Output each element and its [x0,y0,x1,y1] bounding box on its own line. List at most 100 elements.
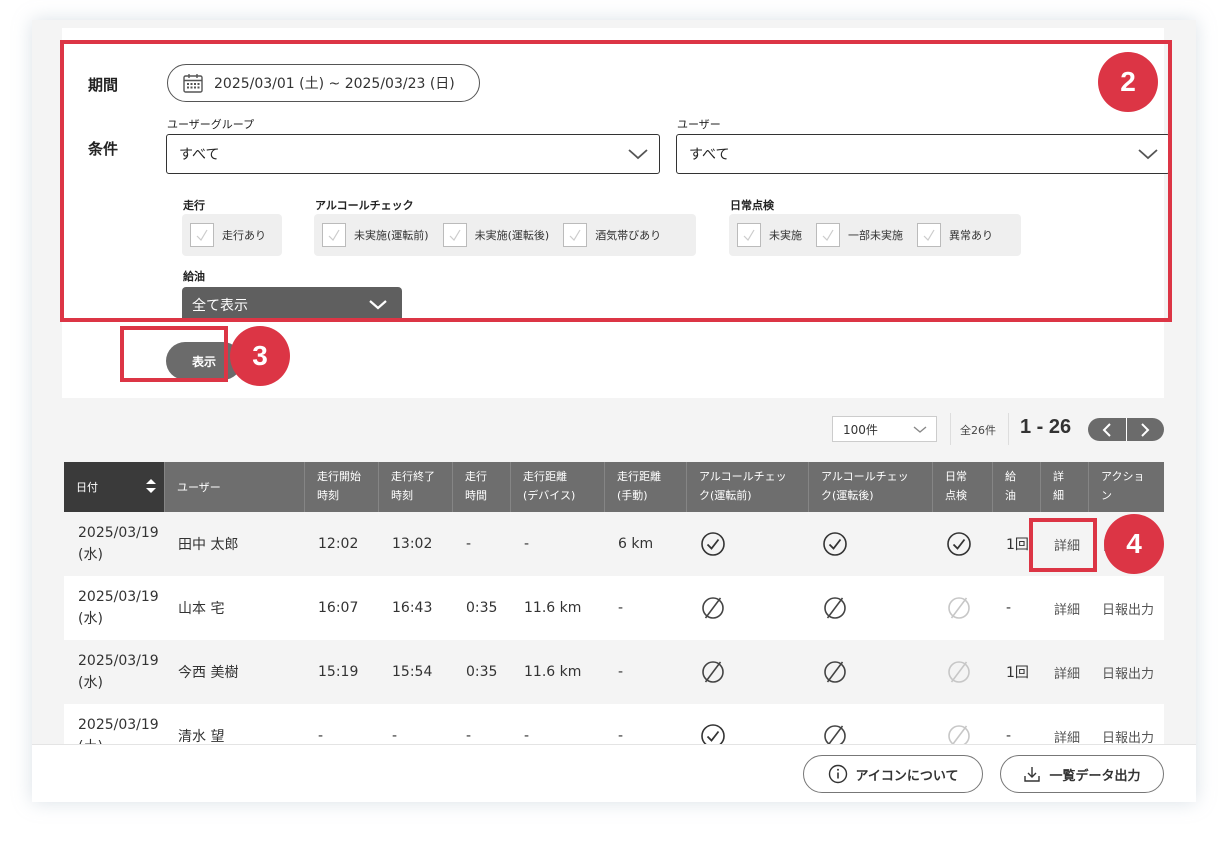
column-header-label: ン [1101,489,1112,502]
daily-status [932,512,992,576]
table-row: 2025/03/19 (水) 山本 宅 16:07 16:43 0:35 11.6 km - -… [64,576,1164,640]
fuel-cell: - [1006,600,1012,616]
not-done-icon [702,597,724,619]
daily-report-link[interactable]: 日報出力 [1088,640,1164,704]
alc-after-status [808,576,932,640]
chevron-down-icon [913,426,927,433]
end-cell: 15:54 [392,664,433,680]
check-circle-icon [947,532,971,556]
column-header-label: 時刻 [391,489,413,502]
detail-link[interactable]: 詳細 [1040,640,1088,704]
column-header[interactable]: 日付 [64,462,164,512]
divider [1008,413,1009,445]
date-value: 2025/03/19 [78,717,159,733]
duration-cell: 0:35 [466,600,498,616]
column-header-label: アクショ [1101,470,1145,483]
end-cell: 16:43 [392,600,433,616]
footer-bar: アイコンについて 一覧データ出力 [32,744,1196,802]
duration-cell: 0:35 [466,664,498,680]
dist-manual-cell: 6 km [618,536,654,552]
column-header: 走行距離 (デバイス) [510,462,604,512]
user-cell: 山本 宅 [178,601,225,617]
column-header: 走行距離 (手動) [604,462,686,512]
not-done-icon [948,661,970,683]
icon-info-label: アイコンについて [855,768,959,784]
column-header-label: ユーザー [177,481,221,494]
date-value: 2025/03/19 [78,653,159,669]
column-header-label: 走行距離 [617,470,661,483]
export-button[interactable]: 一覧データ出力 [1000,755,1164,793]
column-header: アルコールチェッ ク(運転後) [808,462,932,512]
column-header-label: 走行開始 [317,470,361,483]
column-header-label: 走行終了 [391,470,435,483]
annotation-badge-3: 3 [230,326,290,386]
divider [950,413,951,445]
chevron-left-icon [1102,422,1111,437]
duration-cell: - [466,536,472,552]
chevron-right-icon [1141,422,1150,437]
date-cell: 2025/03/19 (水) [64,640,164,704]
date-value: 2025/03/19 [78,525,159,541]
highlight-show-button [120,326,228,382]
detail-link[interactable]: 詳細 [1040,576,1088,640]
column-header-label: 時間 [465,489,487,502]
dist-manual-cell: - [618,664,624,680]
next-page-button[interactable] [1127,418,1165,441]
prev-page-button[interactable] [1088,418,1127,441]
start-cell: 15:19 [318,664,359,680]
column-header: アルコールチェッ ク(運転前) [686,462,808,512]
annotation-badge-2: 2 [1098,52,1158,112]
fuel-cell: 1回 [1006,665,1029,681]
info-icon [828,764,847,784]
sort-icon [146,479,156,493]
column-header-label: 油 [1005,489,1016,502]
column-header: 給油 [992,462,1040,512]
date-cell: 2025/03/19 (水) [64,512,164,576]
not-done-icon [824,597,846,619]
total-count: 全26件 [960,424,996,437]
column-header-label: アルコールチェッ [821,470,909,483]
column-header: ユーザー [164,462,304,512]
column-header-label: (手動) [617,489,648,502]
daily-status [932,576,992,640]
column-header-label: ク(運転後) [821,489,874,502]
not-done-icon [702,661,724,683]
highlight-detail-link [1029,518,1097,572]
column-header: 詳細 [1040,462,1088,512]
check-circle-icon [701,532,725,556]
annotation-badge-4: 4 [1104,514,1164,574]
user-cell: 今西 美樹 [178,665,239,681]
app-frame: 期間 2025/03/01 (土) ~ 2025/03/23 (日) 条件 ユー… [32,20,1196,802]
per-page-select[interactable]: 100件 [832,416,937,442]
icon-info-button[interactable]: アイコンについて [803,755,983,793]
alc-after-status [808,512,932,576]
download-icon [1024,767,1041,782]
end-cell: 13:02 [392,536,433,552]
date-cell: 2025/03/19 (水) [64,576,164,640]
column-header-label: 日常 [945,470,967,483]
column-header-label: 詳 [1053,470,1064,483]
alc-after-status [808,640,932,704]
per-page-value: 100件 [843,422,878,437]
date-value: 2025/03/19 [78,589,159,605]
alc-before-status [686,640,808,704]
table-row: 2025/03/19(水)田中 太郎12:0213:02--6 km1回詳細日報… [64,512,1164,576]
user-cell: 田中 太郎 [178,537,239,553]
table-row: 2025/03/19 (水) 今西 美樹 15:19 15:54 0:35 11.6 km -… [64,640,1164,704]
column-header-label: アルコールチェッ [699,470,787,483]
column-header-label: 時刻 [317,489,339,502]
dist-manual-cell: - [618,600,624,616]
column-header-label: (デバイス) [523,489,576,502]
column-header: 走行開始 時刻 [304,462,378,512]
dist-device-cell: 11.6 km [524,664,582,680]
daily-report-link[interactable]: 日報出力 [1088,576,1164,640]
dist-device-cell: 11.6 km [524,600,582,616]
column-header: 日常 点検 [932,462,992,512]
pagination-buttons [1088,418,1164,441]
dist-device-cell: - [524,536,530,552]
column-header: 走行 時間 [452,462,510,512]
column-header-label: 走行 [465,470,487,483]
alc-before-status [686,512,808,576]
column-header-label: 給 [1005,470,1016,483]
column-header: 走行終了 時刻 [378,462,452,512]
